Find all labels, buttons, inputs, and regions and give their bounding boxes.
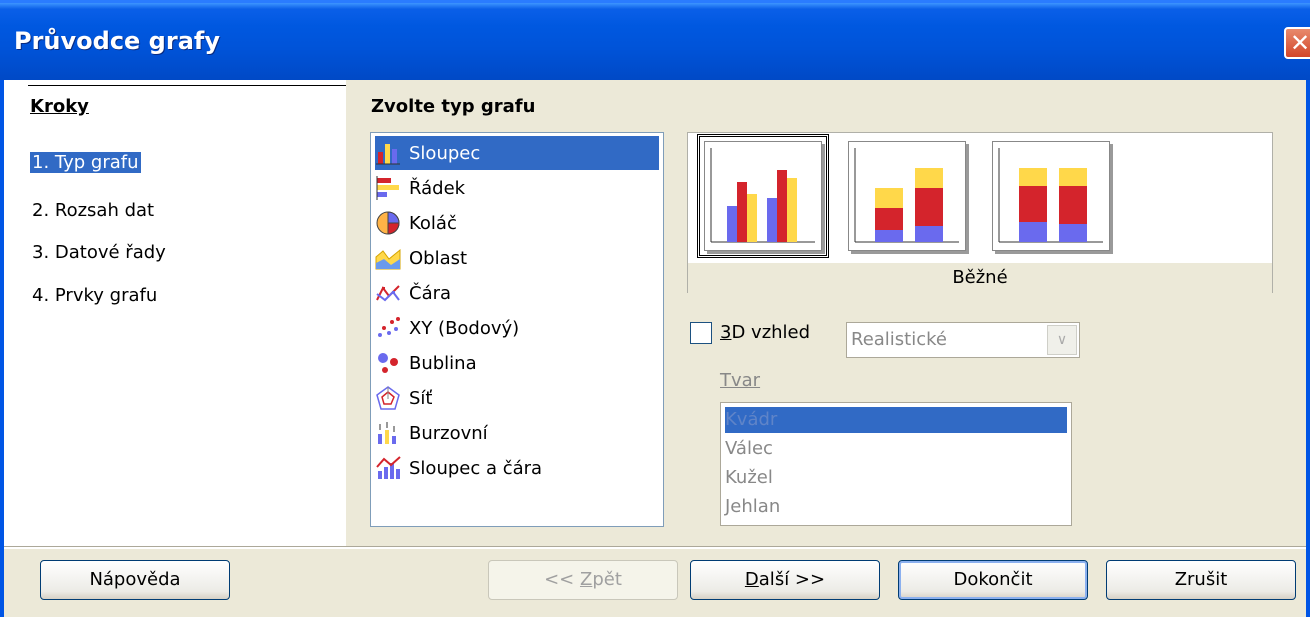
window-title: Průvodce grafy (14, 27, 220, 55)
back-button[interactable]: << Zpět (488, 560, 678, 600)
window-frame-right (1306, 80, 1310, 617)
chart-type-list[interactable]: Sloupec Řádek Koláč Oblast Čára XY (Bodo… (370, 132, 664, 527)
bubble-chart-icon (375, 350, 401, 376)
finish-button[interactable]: Dokončit (898, 560, 1088, 600)
net-chart-icon (375, 385, 401, 411)
stock-chart-icon (375, 420, 401, 446)
footer-divider (4, 546, 1306, 549)
scatter-chart-icon (375, 315, 401, 341)
chart-type-label: Bublina (409, 352, 477, 374)
chart-type-title: Zvolte typ grafu (371, 96, 536, 117)
chart-type-column-line[interactable]: Sloupec a čára (375, 451, 659, 485)
shape-list[interactable]: Kvádr Válec Kužel Jehlan (720, 402, 1072, 526)
steps-title: Kroky (30, 96, 89, 117)
shape-item[interactable]: Kvádr (725, 407, 1067, 433)
close-button[interactable]: ✕ (1284, 27, 1310, 59)
3d-look-label[interactable]: 3D vzhled (720, 322, 810, 343)
percent-stacked-column-icon (998, 148, 1103, 243)
close-icon: ✕ (1289, 29, 1310, 57)
bar-chart-icon (375, 175, 401, 201)
column-line-chart-icon (375, 455, 401, 481)
help-button[interactable]: Nápověda (40, 560, 230, 600)
variant-percent-stacked-thumb[interactable] (992, 141, 1110, 251)
title-bar: Průvodce grafy ✕ (0, 0, 1310, 80)
line-chart-icon (375, 280, 401, 306)
step-chart-type[interactable]: 1. Typ grafu (30, 152, 141, 173)
chart-type-bar[interactable]: Řádek (375, 171, 659, 205)
chart-type-label: Koláč (409, 212, 457, 234)
chart-variant-panel: Běžné (687, 132, 1273, 293)
variant-label: Běžné (688, 263, 1272, 293)
shape-item[interactable]: Kužel (725, 465, 1067, 491)
shape-item[interactable]: Jehlan (725, 494, 1067, 520)
variant-normal-thumb[interactable] (697, 134, 829, 258)
3d-look-select[interactable]: Realistické ∨ (846, 322, 1080, 358)
chart-type-xy[interactable]: XY (Bodový) (375, 311, 659, 345)
variant-stacked-thumb[interactable] (848, 141, 966, 251)
chart-type-label: Sloupec a čára (409, 457, 543, 479)
area-chart-icon (375, 245, 401, 271)
step-data-series[interactable]: 3. Datové řady (30, 242, 168, 263)
chart-type-stock[interactable]: Burzovní (375, 416, 659, 450)
next-button[interactable]: Další >> (690, 560, 880, 600)
shape-item[interactable]: Válec (725, 436, 1067, 462)
chart-type-column[interactable]: Sloupec (375, 136, 659, 170)
chart-type-label: XY (Bodový) (409, 317, 520, 339)
steps-panel (4, 80, 346, 546)
chart-type-net[interactable]: Síť (375, 381, 659, 415)
chart-type-label: Řádek (409, 177, 466, 199)
stacked-column-icon (854, 148, 959, 243)
chart-type-label: Síť (409, 387, 433, 409)
chart-type-area[interactable]: Oblast (375, 241, 659, 275)
chart-type-bubble[interactable]: Bublina (375, 346, 659, 380)
step-chart-elements[interactable]: 4. Prvky grafu (30, 285, 159, 306)
chart-type-label: Sloupec (409, 142, 481, 164)
chart-type-label: Oblast (409, 247, 468, 269)
3d-look-checkbox[interactable] (690, 322, 712, 344)
chart-type-pie[interactable]: Koláč (375, 206, 659, 240)
normal-column-icon (710, 148, 815, 243)
step-data-range[interactable]: 2. Rozsah dat (30, 200, 156, 221)
shape-label: Tvar (720, 370, 761, 391)
column-chart-icon (375, 140, 401, 166)
chart-type-label: Burzovní (409, 422, 488, 444)
pie-chart-icon (375, 210, 401, 236)
cancel-button[interactable]: Zrušit (1106, 560, 1296, 600)
3d-look-value: Realistické (851, 329, 947, 350)
chart-type-line[interactable]: Čára (375, 276, 659, 310)
chart-type-label: Čára (409, 282, 452, 304)
chevron-down-icon[interactable]: ∨ (1047, 325, 1077, 355)
